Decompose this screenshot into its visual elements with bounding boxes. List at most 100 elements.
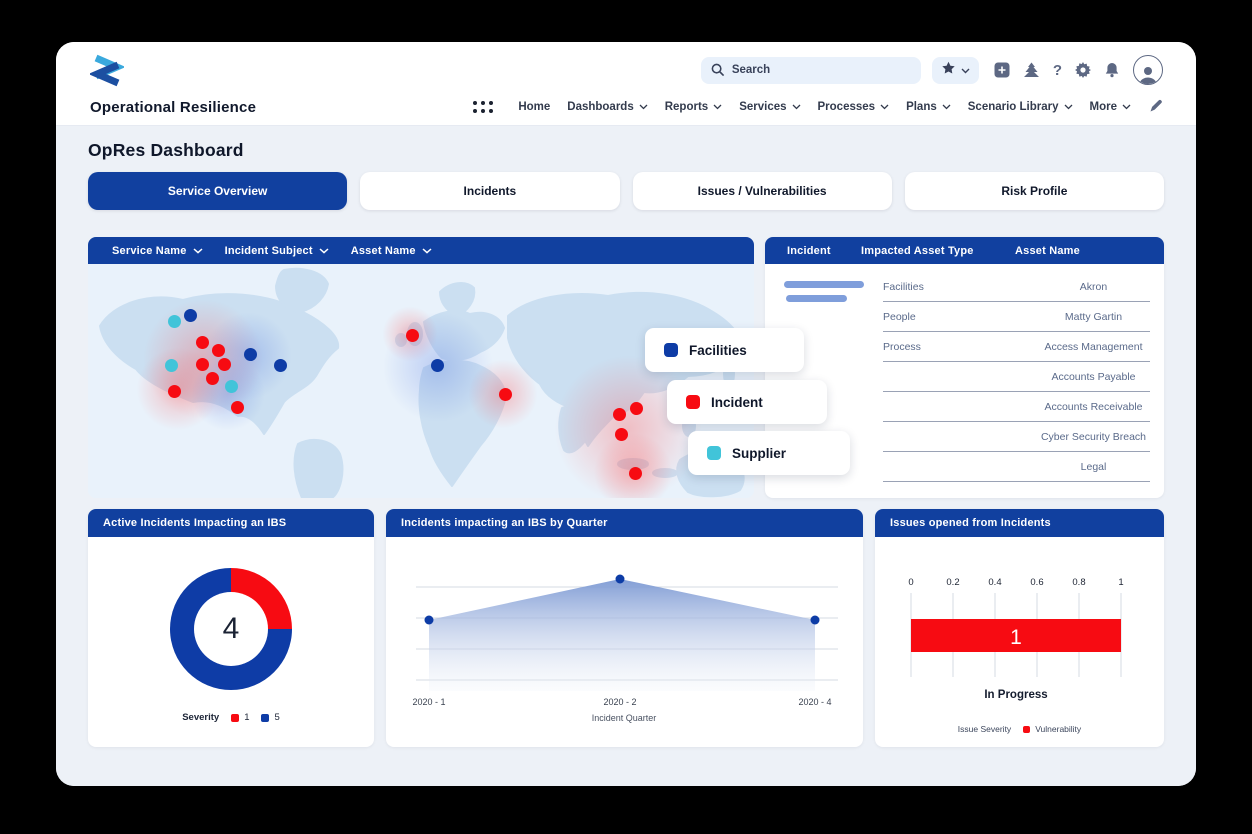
nav-item-plans[interactable]: Plans xyxy=(906,101,951,113)
nav-item-scenario-library[interactable]: Scenario Library xyxy=(968,101,1073,113)
app-grid-icon[interactable] xyxy=(473,101,493,113)
map-marker-incident[interactable] xyxy=(231,401,244,414)
filter-service-name[interactable]: Service Name xyxy=(112,245,203,257)
map-marker-incident[interactable] xyxy=(629,467,642,480)
map-marker-incident[interactable] xyxy=(212,344,225,357)
issues-opened-card: Issues opened from Incidents 0 0.2 0.4 0… xyxy=(875,509,1164,747)
filter-incident-subject[interactable]: Incident Subject xyxy=(225,245,329,257)
x-tick-label: 2020 - 4 xyxy=(798,697,831,707)
area-chart: 2020 - 1 2020 - 2 2020 - 4 Incident Quar… xyxy=(386,537,863,732)
tab-risk-profile[interactable]: Risk Profile xyxy=(905,172,1164,210)
donut-legend: Severity 1 5 xyxy=(88,712,374,723)
map-marker-incident[interactable] xyxy=(499,388,512,401)
x-tick-label: 2020 - 2 xyxy=(603,697,636,707)
incident-swatch xyxy=(686,395,700,409)
chevron-down-icon xyxy=(961,61,970,79)
table-row[interactable]: FacilitiesAkron xyxy=(883,272,1150,302)
map-marker-supplier[interactable] xyxy=(225,380,238,393)
map-marker-incident[interactable] xyxy=(206,372,219,385)
issues-legend: Issue Severity Vulnerability xyxy=(875,724,1164,734)
nav-item-processes[interactable]: Processes xyxy=(818,101,890,113)
map-marker-incident[interactable] xyxy=(406,329,419,342)
tab-incidents[interactable]: Incidents xyxy=(360,172,619,210)
filter-asset-name[interactable]: Asset Name xyxy=(351,245,432,257)
map-marker-facility[interactable] xyxy=(244,348,257,361)
bar-value-label: 1 xyxy=(1010,626,1022,649)
nav-item-home[interactable]: Home xyxy=(518,101,550,113)
map-legend-supplier[interactable]: Supplier xyxy=(688,431,850,475)
asset-name-cell: Accounts Payable xyxy=(1037,371,1150,383)
column-header-incident: Incident xyxy=(765,245,861,257)
map-marker-incident[interactable] xyxy=(615,428,628,441)
map-filter-bar: Service Name Incident Subject Asset Name xyxy=(88,237,754,264)
x-tick-label: 2020 - 1 xyxy=(412,697,445,707)
pencil-icon[interactable] xyxy=(1148,99,1163,114)
asset-type-cell: Process xyxy=(883,341,1037,353)
asset-name-cell: Akron xyxy=(1037,281,1150,293)
axis-tick: 0.2 xyxy=(946,577,959,588)
map-legend-facilities[interactable]: Facilities xyxy=(645,328,804,372)
add-button[interactable] xyxy=(994,62,1010,78)
issues-opened-title: Issues opened from Incidents xyxy=(875,509,1164,537)
active-incidents-title: Active Incidents Impacting an IBS xyxy=(88,509,374,537)
map-marker-incident[interactable] xyxy=(630,402,643,415)
axis-tick: 1 xyxy=(1118,577,1123,588)
main-nav: Home Dashboards Reports Services Process… xyxy=(473,99,1163,114)
map-marker-incident[interactable] xyxy=(168,385,181,398)
supplier-swatch xyxy=(707,446,721,460)
nav-item-reports[interactable]: Reports xyxy=(665,101,722,113)
area-point[interactable] xyxy=(811,616,820,625)
search-input[interactable] xyxy=(732,64,911,76)
column-header-asset-name: Asset Name xyxy=(1015,245,1164,257)
map-marker-facility[interactable] xyxy=(184,309,197,322)
search-icon xyxy=(711,63,725,77)
facilities-swatch xyxy=(664,343,678,357)
impact-tree-icon[interactable] xyxy=(1023,62,1040,78)
nav-item-dashboards[interactable]: Dashboards xyxy=(567,101,647,113)
area-point[interactable] xyxy=(425,616,434,625)
table-row[interactable]: Accounts Payable xyxy=(883,362,1150,392)
star-icon xyxy=(941,61,956,80)
bottom-panels-row: Active Incidents Impacting an IBS 4 Seve… xyxy=(88,509,1164,747)
severity-1-label: 1 xyxy=(244,712,249,723)
dashboard-body: OpRes Dashboard Service Overview Inciden… xyxy=(56,125,1196,786)
map-marker-incident[interactable] xyxy=(613,408,626,421)
asset-name-cell: Accounts Receivable xyxy=(1037,401,1150,413)
nav-item-more[interactable]: More xyxy=(1090,101,1131,113)
tab-service-overview[interactable]: Service Overview xyxy=(88,172,347,210)
table-row[interactable]: PeopleMatty Gartin xyxy=(883,302,1150,332)
map-marker-facility[interactable] xyxy=(274,359,287,372)
map-marker-incident[interactable] xyxy=(218,358,231,371)
table-row[interactable]: ProcessAccess Management xyxy=(883,332,1150,362)
favorites-button[interactable] xyxy=(932,57,979,84)
severity-5-label: 5 xyxy=(274,712,279,723)
nav-item-services[interactable]: Services xyxy=(739,101,800,113)
asset-type-cell: People xyxy=(883,311,1037,323)
asset-type-cell: Facilities xyxy=(883,281,1037,293)
map-marker-facility[interactable] xyxy=(431,359,444,372)
table-row[interactable]: Legal xyxy=(883,452,1150,482)
world-map xyxy=(88,264,754,498)
map-marker-incident[interactable] xyxy=(196,336,209,349)
user-avatar[interactable] xyxy=(1133,55,1163,85)
table-row[interactable]: Accounts Receivable xyxy=(883,392,1150,422)
area-point[interactable] xyxy=(616,575,625,584)
map-marker-supplier[interactable] xyxy=(165,359,178,372)
axis-tick: 0 xyxy=(908,577,913,588)
map-marker-supplier[interactable] xyxy=(168,315,181,328)
header-icon-group: ? xyxy=(994,55,1163,85)
help-icon[interactable]: ? xyxy=(1053,62,1062,79)
bar-category-label: In Progress xyxy=(984,689,1047,701)
table-row[interactable]: Cyber Security Breach xyxy=(883,422,1150,452)
asset-name-cell: Matty Gartin xyxy=(1037,311,1150,323)
bell-icon[interactable] xyxy=(1104,62,1120,78)
severity-donut-chart: 4 xyxy=(170,568,292,690)
tab-issues-vulnerabilities[interactable]: Issues / Vulnerabilities xyxy=(633,172,892,210)
severity-5-swatch xyxy=(261,714,269,722)
gear-icon[interactable] xyxy=(1075,62,1091,78)
map-marker-incident[interactable] xyxy=(196,358,209,371)
incident-legend-label: Incident xyxy=(711,395,763,410)
asset-table-header: Incident Impacted Asset Type Asset Name xyxy=(765,237,1164,264)
facilities-legend-label: Facilities xyxy=(689,343,747,358)
map-legend-incident[interactable]: Incident xyxy=(667,380,827,424)
